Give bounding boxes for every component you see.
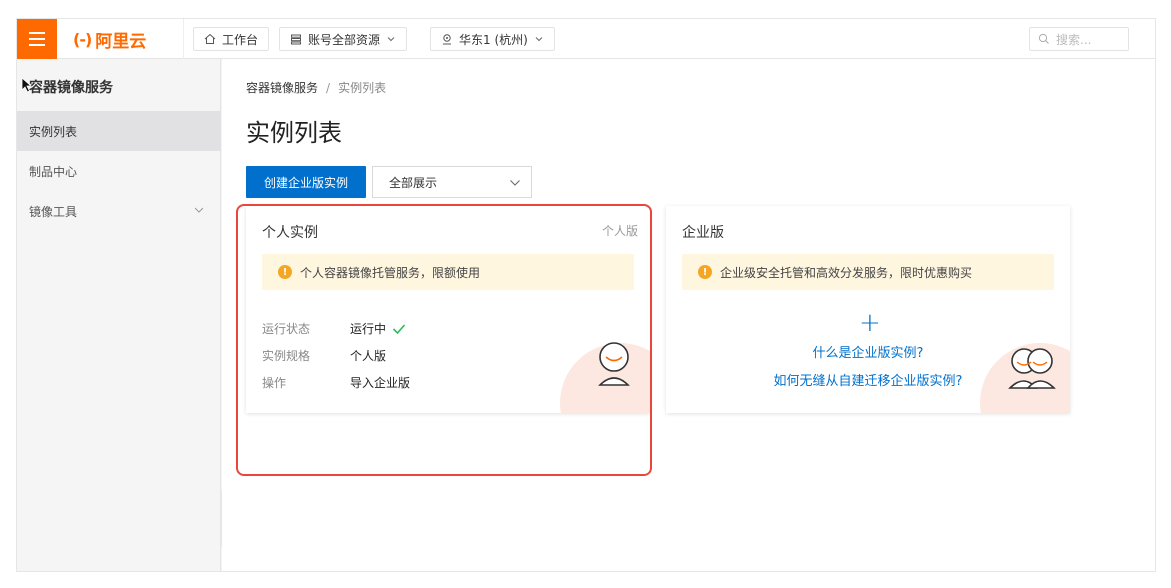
chevron-down-icon: [510, 180, 520, 186]
edition-tag: 个人版: [601, 224, 638, 238]
resource-scope-dropdown[interactable]: 账号全部资源: [279, 27, 408, 51]
display-filter-select[interactable]: 全部展示: [372, 166, 532, 198]
display-filter-value: 全部展示: [389, 175, 438, 190]
import-enterprise-link[interactable]: 导入企业版: [350, 374, 410, 391]
sidebar: 容器镜像服务 实例列表 制品中心 镜像工具: [17, 59, 221, 571]
breadcrumb-current: 实例列表: [338, 81, 387, 95]
status-text: 运行中: [350, 322, 387, 336]
add-icon[interactable]: +: [859, 310, 881, 336]
action-row: 操作 导入企业版: [262, 374, 410, 391]
status-value: 运行中: [350, 320, 406, 337]
personal-instance-card[interactable]: 个人实例 个人版 ! 个人容器镜像托管服务，限额使用 运行状态 运行中 实例规格…: [246, 206, 650, 413]
logo-text: 阿里云: [95, 31, 147, 52]
mouse-cursor-icon: [21, 77, 33, 93]
notice-banner: ! 个人容器镜像托管服务，限额使用: [262, 254, 634, 290]
spec-key: 实例规格: [262, 349, 311, 363]
sidebar-item-artifact-center[interactable]: 制品中心: [17, 151, 221, 191]
chevron-down-icon: [194, 207, 204, 213]
team-avatar-icon: [1008, 348, 1056, 389]
action-key: 操作: [262, 376, 287, 390]
divider: [183, 19, 184, 59]
menu-line: [29, 32, 45, 34]
breadcrumb: 容器镜像服务 / 实例列表: [246, 79, 386, 96]
workbench-label: 工作台: [222, 32, 259, 47]
person-avatar-icon: [598, 342, 630, 386]
breadcrumb-separator: /: [326, 81, 331, 95]
breadcrumb-root[interactable]: 容器镜像服务: [246, 81, 318, 95]
location-icon: [443, 34, 451, 45]
enterprise-instance-card[interactable]: 企业版 ! 企业级安全托管和高效分发服务，限时优惠购买 + 什么是企业版实例? …: [666, 206, 1070, 413]
aliyun-logo[interactable]: (-) 阿里云: [73, 19, 146, 59]
menu-line: [29, 38, 45, 40]
chevron-down-icon: [535, 37, 543, 42]
list-icon: [291, 34, 301, 45]
status-key: 运行状态: [262, 322, 311, 336]
spec-value: 个人版: [350, 349, 387, 363]
notice-text: 个人容器镜像托管服务，限额使用: [300, 265, 481, 280]
page-title: 实例列表: [246, 119, 342, 147]
sidebar-item-image-tools[interactable]: 镜像工具: [17, 191, 221, 231]
region-label: 华东1 (杭州): [459, 32, 528, 47]
spec-row: 实例规格 个人版: [262, 347, 386, 364]
create-enterprise-instance-button[interactable]: 创建企业版实例: [246, 166, 366, 198]
status-row: 运行状态 运行中: [262, 320, 406, 337]
region-dropdown[interactable]: 华东1 (杭州): [430, 27, 555, 51]
console-window: (-) 阿里云 工作台 账号全部资源 华东1 (杭州) 搜索... 容器镜像服务…: [16, 18, 1156, 572]
menu-line: [29, 44, 45, 46]
warning-icon: !: [278, 265, 292, 279]
sidebar-item-label: 镜像工具: [29, 204, 78, 219]
notice-banner: ! 企业级安全托管和高效分发服务，限时优惠购买: [682, 254, 1054, 290]
workbench-nav[interactable]: 工作台: [193, 27, 270, 51]
logo-mark: (-): [73, 29, 92, 49]
notice-text: 企业级安全托管和高效分发服务，限时优惠购买: [720, 265, 973, 280]
sidebar-item-label: 制品中心: [29, 164, 78, 179]
sidebar-title: 容器镜像服务: [29, 80, 113, 96]
main-content: 容器镜像服务 / 实例列表 实例列表 创建企业版实例 全部展示 个人实例 个人版 !…: [222, 59, 1155, 571]
chevron-down-icon: [387, 37, 395, 42]
home-icon: [204, 33, 216, 44]
sidebar-item-label: 实例列表: [29, 124, 78, 139]
card-title: 个人实例: [262, 225, 318, 241]
check-icon: [392, 323, 406, 334]
warning-icon: !: [698, 265, 712, 279]
hamburger-menu-button[interactable]: [17, 19, 57, 59]
search-icon: [1038, 33, 1049, 44]
search-placeholder: 搜索...: [1056, 32, 1092, 47]
sidebar-item-instance-list[interactable]: 实例列表: [17, 111, 221, 151]
card-title: 企业版: [682, 225, 724, 241]
search-input[interactable]: 搜索...: [1029, 27, 1129, 51]
resource-scope-label: 账号全部资源: [308, 32, 381, 47]
top-navigation-bar: (-) 阿里云 工作台 账号全部资源 华东1 (杭州) 搜索...: [17, 19, 1155, 59]
